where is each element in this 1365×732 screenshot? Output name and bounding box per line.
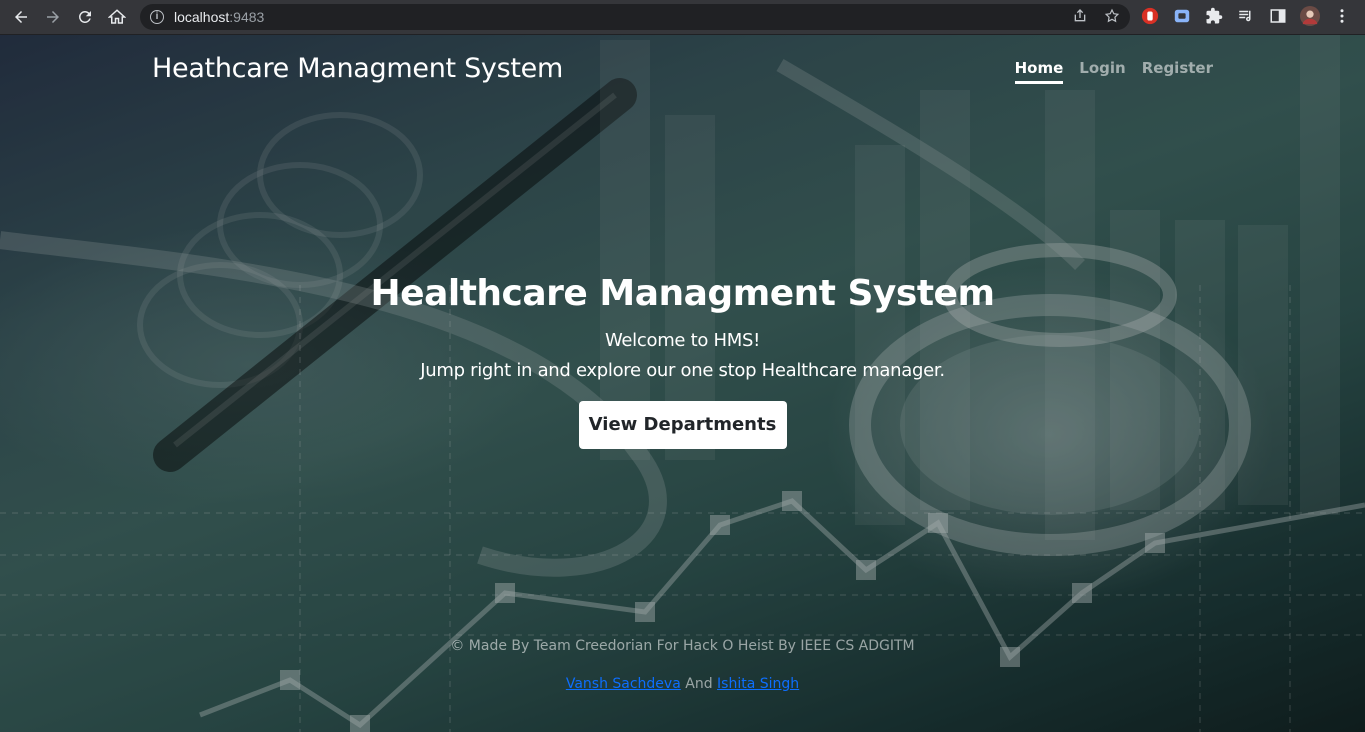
author-link-ishita[interactable]: Ishita Singh [717,676,799,692]
bookmark-star-icon[interactable] [1104,8,1120,24]
browser-toolbar: i localhost:9483 [0,0,1365,35]
puzzle-icon[interactable] [1204,6,1224,26]
hero-tagline: Jump right in and explore our one stop H… [420,360,945,381]
hero-section: Healthcare Managment System Welcome to H… [0,273,1365,449]
profile-avatar[interactable] [1300,6,1320,26]
media-queue-icon[interactable] [1236,6,1256,26]
footer-credits: Vansh Sachdeva And Ishita Singh [0,676,1365,692]
side-panel-icon[interactable] [1268,6,1288,26]
hero-welcome-text: Welcome to HMS! [604,330,761,351]
url-text: localhost:9483 [174,9,265,25]
nav-login-link[interactable]: Login [1079,59,1125,84]
credits-joiner: And [685,676,713,692]
info-icon[interactable]: i [150,10,164,24]
share-icon[interactable] [1072,8,1088,24]
back-button[interactable] [10,6,32,28]
top-nav: Home Login Register [1014,59,1213,84]
page-hero-background: Heathcare Managment System Home Login Re… [0,35,1365,732]
arrow-right-icon [47,11,59,23]
address-bar[interactable]: i localhost:9483 [140,4,1130,30]
reload-icon [78,10,91,23]
author-link-vansh[interactable]: Vansh Sachdeva [566,676,681,692]
footer-copyright: © Made By Team Creedorian For Hack O Hei… [450,638,915,654]
nav-register-link[interactable]: Register [1142,59,1213,84]
extension-screen-icon[interactable] [1172,6,1192,26]
home-icon [108,9,126,24]
extension-red-icon[interactable] [1140,6,1160,26]
reload-button[interactable] [74,6,96,28]
nav-home-link[interactable]: Home [1014,59,1064,84]
menu-kebab-icon[interactable] [1332,6,1352,26]
view-departments-button[interactable]: View Departments [578,401,787,449]
home-button[interactable] [106,6,128,28]
footer: © Made By Team Creedorian For Hack O Hei… [0,638,1365,692]
hero-title: Healthcare Managment System [370,273,995,314]
arrow-left-icon [15,11,27,23]
forward-button[interactable] [42,6,64,28]
brand-title[interactable]: Heathcare Managment System [152,53,563,84]
